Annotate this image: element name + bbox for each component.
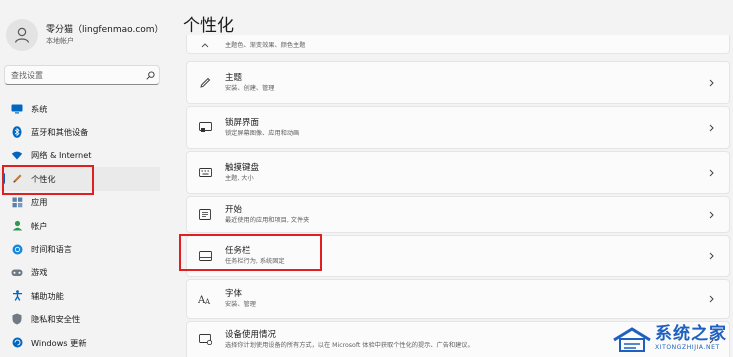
settings-card-taskbar[interactable]: 任务栏 任务栏行为, 系统固定 bbox=[186, 235, 730, 277]
card-title: 任务栏 bbox=[225, 246, 251, 256]
globe-clock-icon bbox=[11, 243, 23, 255]
svg-text:A: A bbox=[204, 298, 211, 305]
card-title: 开始 bbox=[225, 204, 243, 215]
card-title: 锁屏界面 bbox=[225, 117, 260, 128]
card-title: 触摸键盘 bbox=[225, 162, 260, 173]
bluetooth-icon bbox=[11, 126, 23, 138]
chevron-right-icon bbox=[705, 252, 717, 260]
sidebar-item-system[interactable]: 系统 bbox=[0, 97, 168, 120]
person-icon bbox=[14, 27, 30, 43]
sidebar-item-label: 帐户 bbox=[31, 220, 48, 231]
gamepad-icon bbox=[11, 266, 23, 278]
card-title: 字体 bbox=[225, 289, 243, 299]
font-icon: AA bbox=[197, 291, 213, 307]
sidebar-item-label: 时间和语言 bbox=[31, 244, 72, 255]
lock-screen-icon bbox=[197, 120, 213, 136]
search-box[interactable] bbox=[4, 65, 160, 85]
user-profile[interactable]: 零分猫（lingfenmao.com） 本地帐户 bbox=[6, 18, 164, 52]
sidebar-item-windows-update[interactable]: Windows 更新 bbox=[0, 331, 168, 354]
card-subtitle: 最近使用的应用和项目, 文件夹 bbox=[225, 216, 310, 224]
watermark-title: 系统之家 bbox=[655, 324, 727, 344]
sidebar-item-label: 蓝牙和其他设备 bbox=[31, 127, 89, 138]
sidebar-item-label: 辅助功能 bbox=[31, 290, 64, 301]
card-subtitle: 主题色、渐变效果、颜色主题 bbox=[225, 42, 306, 49]
sidebar-item-network[interactable]: 网络 & Internet bbox=[0, 144, 168, 167]
apps-icon bbox=[11, 196, 23, 208]
sidebar-item-personalization[interactable]: 个性化 bbox=[0, 167, 160, 191]
taskbar-icon bbox=[197, 248, 213, 264]
shield-icon bbox=[11, 313, 23, 325]
avatar[interactable] bbox=[6, 19, 38, 51]
settings-card-colors[interactable]: 主题色、渐变效果、颜色主题 bbox=[186, 35, 730, 54]
search-icon[interactable] bbox=[143, 70, 157, 80]
sidebar-item-label: Windows 更新 bbox=[31, 337, 87, 348]
pen-icon bbox=[11, 173, 23, 185]
monitor-icon bbox=[11, 103, 23, 115]
chevron-right-icon bbox=[705, 79, 717, 87]
settings-card-themes[interactable]: 主题 安装、创建、管理 bbox=[186, 61, 730, 104]
profile-account-type: 本地帐户 bbox=[46, 37, 74, 45]
sidebar: 零分猫（lingfenmao.com） 本地帐户 系统 蓝牙和其他设备 bbox=[0, 0, 168, 357]
profile-name: 零分猫（lingfenmao.com） bbox=[46, 25, 164, 35]
sidebar-item-gaming[interactable]: 游戏 bbox=[0, 261, 168, 284]
card-subtitle: 安装、创建、管理 bbox=[225, 84, 275, 92]
card-subtitle: 安装、管理 bbox=[225, 301, 256, 308]
sidebar-item-label: 网络 & Internet bbox=[31, 150, 92, 161]
page-title: 个性化 bbox=[183, 16, 234, 36]
sidebar-item-apps[interactable]: 应用 bbox=[0, 191, 168, 214]
chevron-right-icon bbox=[705, 295, 717, 303]
sidebar-item-label: 系统 bbox=[31, 103, 48, 114]
update-icon bbox=[11, 337, 23, 349]
sidebar-item-accounts[interactable]: 帐户 bbox=[0, 214, 168, 237]
watermark-logo: 系统之家 XITONGZHIJIA.NET bbox=[612, 325, 727, 352]
wifi-icon bbox=[11, 149, 23, 161]
sidebar-item-privacy[interactable]: 隐私和安全性 bbox=[0, 308, 168, 331]
chevron-up-icon bbox=[197, 37, 213, 53]
chevron-right-icon bbox=[705, 169, 717, 177]
settings-card-fonts[interactable]: AA 字体 安装、管理 bbox=[186, 279, 730, 319]
keyboard-icon bbox=[197, 165, 213, 181]
account-icon bbox=[11, 220, 23, 232]
device-usage-icon bbox=[197, 332, 213, 348]
start-icon bbox=[197, 207, 213, 223]
accessibility-icon bbox=[11, 290, 23, 302]
watermark-url: XITONGZHIJIA.NET bbox=[655, 344, 720, 351]
sidebar-item-accessibility[interactable]: 辅助功能 bbox=[0, 284, 168, 307]
sidebar-item-time-language[interactable]: 时间和语言 bbox=[0, 237, 168, 260]
house-logo-icon bbox=[613, 326, 651, 352]
search-input[interactable] bbox=[5, 66, 143, 84]
card-subtitle: 锁定屏幕图像、应用和动画 bbox=[225, 129, 300, 137]
settings-card-lock-screen[interactable]: 锁屏界面 锁定屏幕图像、应用和动画 bbox=[186, 106, 730, 149]
settings-card-touch-keyboard[interactable]: 触摸键盘 主题, 大小 bbox=[186, 151, 730, 194]
brush-icon bbox=[197, 75, 213, 91]
settings-card-start[interactable]: 开始 最近使用的应用和项目, 文件夹 bbox=[186, 196, 730, 233]
sidebar-item-label: 游戏 bbox=[31, 267, 48, 278]
card-subtitle: 主题, 大小 bbox=[225, 174, 254, 182]
sidebar-item-label: 隐私和安全性 bbox=[31, 314, 81, 325]
chevron-right-icon bbox=[705, 124, 717, 132]
card-subtitle: 任务栏行为, 系统固定 bbox=[225, 258, 285, 265]
sidebar-item-label: 应用 bbox=[31, 197, 48, 208]
nav-list: 系统 蓝牙和其他设备 网络 & Internet 个性化 应用 帐户 时间和语言… bbox=[0, 97, 168, 354]
sidebar-item-label: 个性化 bbox=[31, 173, 56, 184]
chevron-right-icon bbox=[705, 211, 717, 219]
card-title: 主题 bbox=[225, 72, 243, 83]
main-content: 个性化 主题色、渐变效果、颜色主题 主题 安装、创建、管理 锁屏界面 锁定屏幕图… bbox=[168, 0, 733, 357]
sidebar-item-bluetooth[interactable]: 蓝牙和其他设备 bbox=[0, 120, 168, 143]
